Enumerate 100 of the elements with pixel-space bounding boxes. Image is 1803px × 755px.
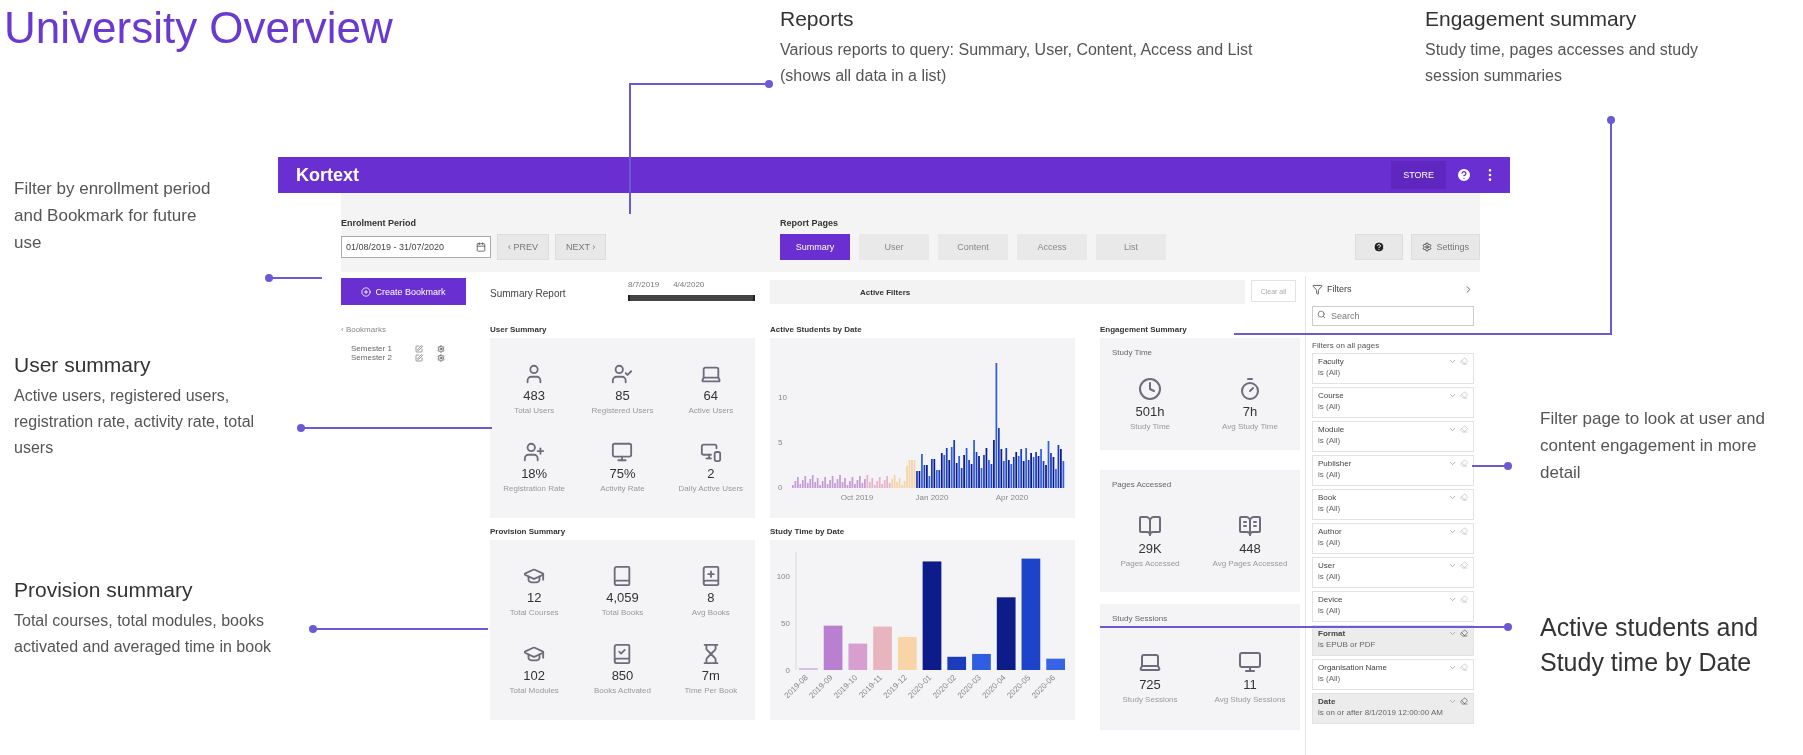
filter-card[interactable]: Format is EPUB or PDF — [1312, 625, 1474, 656]
bookmark-item[interactable]: Semester 1 — [351, 344, 401, 353]
callout-title: Reports — [780, 6, 855, 32]
callout-title: User summary — [14, 352, 152, 378]
range-end: 4/4/2020 — [673, 280, 705, 289]
metric-value: 7h — [1242, 403, 1258, 419]
range-start: 8/7/2019 — [628, 280, 660, 289]
metric-value: 11 — [1243, 676, 1257, 692]
date-field[interactable]: 01/08/2019 - 31/07/2020 — [341, 236, 491, 258]
filter-value: is (All) — [1318, 606, 1342, 615]
metric-value: 448 — [1239, 540, 1261, 556]
callout-text: Active users, registered users, registration rate, activity rate, total users — [14, 386, 256, 458]
metric-value: 483 — [523, 388, 545, 404]
next-button[interactable]: NEXT › — [555, 234, 607, 260]
metric-label: Avg Books — [691, 608, 730, 618]
filter-name: Module — [1318, 425, 1346, 434]
report-tab[interactable]: Summary — [780, 234, 850, 260]
prev-button[interactable]: ‹ PREV — [497, 234, 549, 260]
filter-value: is (All) — [1318, 436, 1342, 445]
callout-title: Provision summary — [14, 577, 194, 603]
filter-value: is (All) — [1318, 674, 1342, 683]
metric-label: Pages Accessed — [1120, 558, 1180, 568]
axis-label: 100 — [776, 571, 790, 581]
filter-name: User — [1318, 561, 1336, 570]
metric-value: 75% — [609, 465, 636, 481]
callout-text: Total courses, total modules, books activated and averaged time in book — [14, 611, 273, 657]
filter-name: Organisation Name — [1318, 663, 1388, 672]
filters-title: Filters — [1327, 284, 1353, 294]
filter-card[interactable]: Date is on or after 8/1/2019 12:00:00 AM — [1312, 693, 1474, 724]
slide-title: University Overview — [4, 2, 394, 54]
filter-value: is EPUB or PDF — [1318, 640, 1377, 649]
filter-value: is (All) — [1318, 402, 1342, 411]
metric-label: Study Time — [1130, 421, 1170, 431]
section-title: Provision Summary — [490, 525, 567, 538]
filter-value: is (All) — [1318, 470, 1342, 479]
active-filters-bar: Active Filters — [770, 280, 1245, 304]
group-title: Study Sessions — [1111, 613, 1169, 623]
metric-value: 501h — [1135, 403, 1165, 419]
search-field[interactable]: Search — [1312, 306, 1474, 326]
filter-card[interactable]: Faculty is (All) — [1312, 353, 1474, 384]
create-bookmark-button[interactable]: Create Bookmark — [341, 278, 466, 305]
metric-value: 102 — [523, 667, 545, 683]
metric-label: Activity Rate — [600, 483, 645, 493]
filters-section-label: Filters on all pages — [1312, 341, 1381, 350]
metric-value: 12 — [526, 590, 542, 606]
axis-label: 5 — [778, 438, 783, 447]
callout-text: Study time, pages accesses and study session summaries — [1425, 40, 1700, 86]
filter-card[interactable]: Device is (All) — [1312, 591, 1474, 622]
filter-value: is (All) — [1318, 538, 1342, 547]
filter-card[interactable]: Module is (All) — [1312, 421, 1474, 452]
metric-label: Avg Study Time — [1222, 421, 1278, 431]
filter-value: is on or after 8/1/2019 12:00:00 AM — [1318, 708, 1444, 717]
metric-label: Total Modules — [509, 685, 559, 695]
metric-value: 850 — [611, 667, 634, 683]
filter-name: Date — [1318, 697, 1337, 706]
app-logo: Kortext — [296, 164, 360, 186]
bookmark-item[interactable]: Semester 2 — [351, 353, 401, 362]
filter-name: Book — [1318, 493, 1338, 502]
callout-title: Active students and Study time by Date — [1540, 612, 1760, 678]
metric-label: Books Activated — [594, 685, 651, 695]
metric-label: Registration Rate — [503, 483, 566, 493]
metric-value: 29K — [1138, 540, 1162, 556]
callout-text: Filter page to look at user and content engagement in more detail — [1540, 408, 1766, 485]
metric-value: 8 — [707, 590, 715, 606]
metric-value: 7m — [701, 667, 720, 683]
filter-name: Device — [1318, 595, 1344, 604]
metric-value: 64 — [703, 388, 719, 404]
filter-card[interactable]: Organisation Name is (All) — [1312, 659, 1474, 690]
metric-label: Time Per Book — [684, 685, 738, 695]
filter-name: Format — [1318, 629, 1347, 638]
filter-name: Publisher — [1318, 459, 1353, 468]
metric-label: Study Sessions — [1122, 694, 1178, 704]
filter-name: Author — [1318, 527, 1343, 536]
callout-title: Engagement summary — [1425, 6, 1638, 32]
metric-value: 4,059 — [606, 590, 639, 606]
axis-label: Apr 2020 — [995, 493, 1029, 502]
group-title: Study Time — [1111, 347, 1153, 357]
callout-text: Filter by enrollment period and Bookmark for future use — [14, 178, 212, 255]
field-label: Enrolment Period — [341, 218, 417, 228]
filter-card[interactable]: Author is (All) — [1312, 523, 1474, 554]
metric-label: Active Users — [688, 406, 734, 416]
metric-label: Total Users — [514, 406, 555, 416]
metric-value: 18% — [521, 465, 548, 481]
axis-label: Jan 2020 — [915, 493, 949, 502]
bookmarks-link[interactable]: ‹ Bookmarks — [341, 325, 490, 334]
filter-card[interactable]: User is (All) — [1312, 557, 1474, 588]
filter-card[interactable]: Publisher is (All) — [1312, 455, 1474, 486]
metric-label: Total Books — [601, 608, 644, 618]
filter-card[interactable]: Book is (All) — [1312, 489, 1474, 520]
filter-value: is (All) — [1318, 504, 1342, 513]
store-button[interactable]: STORE — [1391, 161, 1446, 189]
axis-label: 50 — [781, 618, 790, 628]
axis-label: Oct 2019 — [840, 493, 874, 502]
axis-label: 0 — [785, 666, 790, 675]
metric-label: Total Courses — [509, 608, 559, 618]
filter-card[interactable]: Course is (All) — [1312, 387, 1474, 418]
settings-button[interactable]: Settings — [1411, 234, 1480, 260]
chart-title: Study Time by Date — [770, 525, 846, 538]
metric-label: Avg Study Sessions — [1214, 694, 1286, 704]
metric-value: 2 — [707, 465, 715, 481]
